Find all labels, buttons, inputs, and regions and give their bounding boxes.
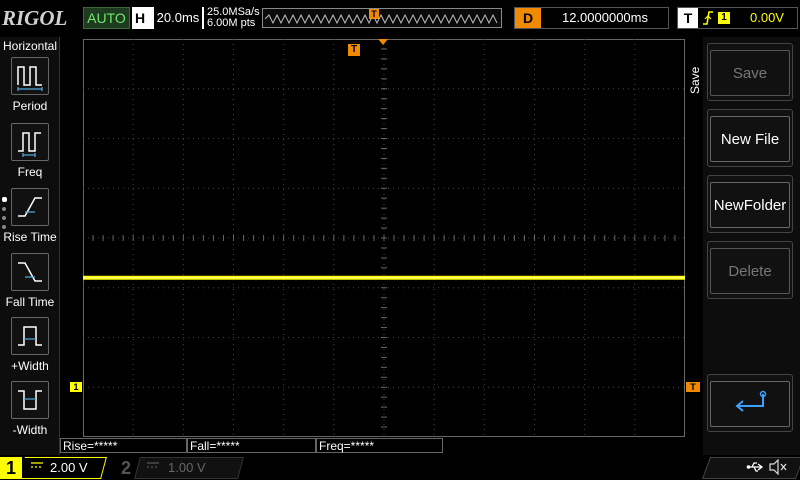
trigger-source-badge: 1 [718, 12, 730, 24]
channel-status-bar: 1 2.00 V 2 1.00 V [0, 455, 800, 480]
new-folder-button-label: NewFolder [710, 182, 790, 228]
measurement-rise[interactable]: Rise=***** [60, 438, 187, 453]
memory-overview-strip[interactable]: T [262, 8, 502, 28]
brand-logo: RIGOL [2, 6, 68, 30]
return-arrow-icon [710, 381, 790, 427]
delete-button-label: Delete [710, 248, 790, 294]
dc-coupling-icon [30, 460, 44, 473]
measure-fall-time-label: Fall Time [5, 295, 55, 309]
speaker-muted-icon[interactable] [768, 458, 788, 478]
frequency-icon [11, 123, 49, 161]
memory-trigger-marker: T [369, 9, 379, 19]
trigger-level-value: 0.00V [750, 10, 784, 25]
save-menu-title: Save [688, 66, 702, 94]
measure-rise-time-label: Rise Time [3, 230, 57, 244]
negative-width-icon [11, 381, 49, 419]
new-file-button[interactable]: New File [707, 109, 793, 167]
menu-title: Horizontal [2, 39, 58, 53]
horizontal-measure-menu: Horizontal Period Freq Rise Time Fall Ti… [0, 37, 60, 455]
usb-icon [746, 460, 764, 477]
new-file-button-label: New File [710, 116, 790, 162]
measure-frequency-label: Freq [17, 165, 43, 179]
measure-negative-width-label: -Width [12, 423, 48, 437]
measure-period-label: Period [12, 99, 48, 113]
positive-width-icon [11, 317, 49, 355]
return-button[interactable] [707, 374, 793, 432]
memory-depth: 6.00M pts [207, 17, 256, 29]
save-button[interactable]: Save [707, 43, 793, 101]
measure-rise-time-item[interactable]: Rise Time [0, 188, 60, 250]
channel2-number: 2 [120, 458, 131, 478]
channel2-scale: 1.00 V [168, 460, 206, 475]
period-icon [11, 57, 49, 95]
horizontal-label: H [135, 10, 146, 26]
memory-waveform-preview [265, 13, 498, 25]
trigger-label: T [678, 8, 698, 28]
rising-edge-icon [702, 10, 714, 29]
measure-period-item[interactable]: Period [0, 57, 60, 119]
graticule [83, 39, 685, 437]
acquisition-info: 25.0MSa/s 6.00M pts [207, 7, 260, 29]
measure-fall-time-item[interactable]: Fall Time [0, 253, 60, 315]
timebase-value: 20.0ms [154, 7, 202, 29]
save-button-label: Save [710, 50, 790, 96]
measurement-freq[interactable]: Freq=***** [316, 438, 443, 453]
rise-time-icon [11, 188, 49, 226]
auto-button[interactable]: AUTO [83, 7, 130, 29]
fall-time-icon [11, 253, 49, 291]
system-status [701, 457, 800, 479]
measure-frequency-item[interactable]: Freq [0, 123, 60, 185]
top-status-bar: RIGOL AUTO H 20.0ms 25.0MSa/s 6.00M pts … [0, 0, 800, 36]
delete-button[interactable]: Delete [707, 241, 793, 299]
trigger-status[interactable]: T 1 0.00V [677, 7, 798, 29]
waveform-display[interactable] [83, 39, 685, 437]
measure-positive-width-item[interactable]: +Width [0, 317, 60, 379]
measure-positive-width-label: +Width [11, 359, 49, 373]
measure-negative-width-item[interactable]: -Width [0, 381, 60, 443]
trigger-delay[interactable]: D 12.0000000ms [514, 7, 669, 29]
horizontal-timebase[interactable]: H 20.0ms [132, 7, 204, 29]
delay-value: 12.0000000ms [561, 10, 648, 25]
trigger-position-arrow [378, 39, 388, 45]
measurement-fall[interactable]: Fall=***** [187, 438, 316, 453]
channel1-scale: 2.00 V [50, 460, 88, 475]
trigger-level-marker[interactable]: T [686, 382, 700, 392]
dc-coupling-icon [146, 460, 160, 473]
channel1-number: 1 [0, 457, 22, 479]
channel1-ground-marker[interactable]: 1 [70, 382, 82, 392]
new-folder-button[interactable]: NewFolder [707, 175, 793, 233]
delay-label: D [515, 8, 541, 28]
channel2-status[interactable]: 2 1.00 V [113, 457, 248, 479]
channel1-status[interactable]: 1 2.00 V [0, 457, 110, 479]
trigger-position-marker[interactable]: T [348, 44, 360, 56]
